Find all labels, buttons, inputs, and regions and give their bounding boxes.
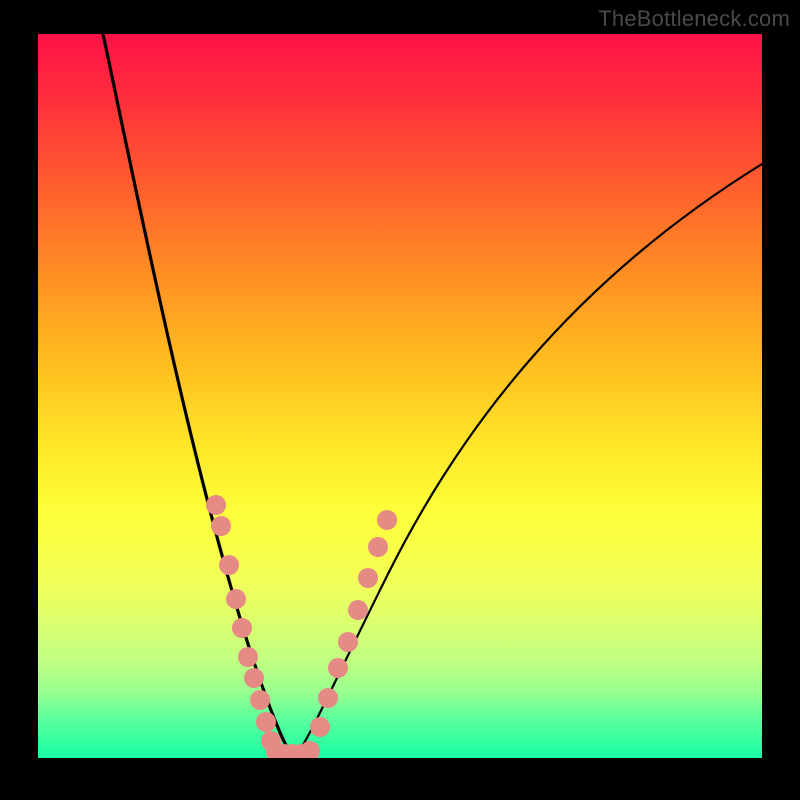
- left-curve: [103, 34, 294, 758]
- watermark-label: TheBottleneck.com: [598, 6, 790, 32]
- marker-dots: [206, 495, 397, 758]
- curve-layer: [38, 34, 762, 758]
- right-curve: [294, 164, 762, 758]
- plot-area: [38, 34, 762, 758]
- chart-frame: TheBottleneck.com: [0, 0, 800, 800]
